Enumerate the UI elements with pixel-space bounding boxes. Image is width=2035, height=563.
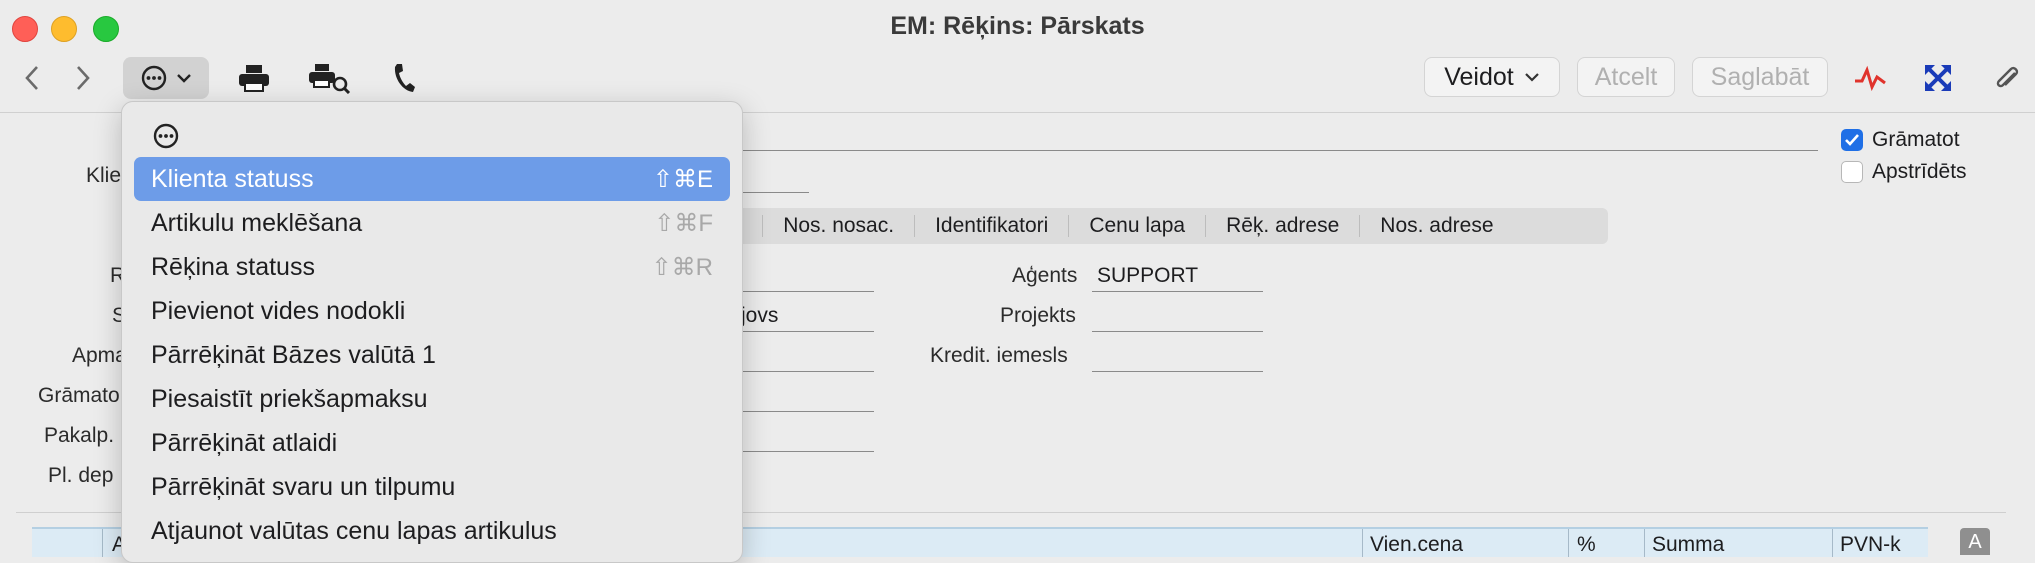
menu-item-client-status[interactable]: Klienta statuss ⇧⌘E	[134, 157, 730, 201]
menu-item-label: Artikulu meklēšana	[151, 208, 363, 237]
print-button[interactable]	[234, 57, 274, 99]
r-field[interactable]	[741, 290, 874, 292]
service-label: Pakalp.	[44, 424, 115, 447]
ellipsis-circle-icon	[141, 65, 167, 91]
menu-item-article-search[interactable]: Artikulu meklēšana ⇧⌘F	[134, 201, 730, 245]
agent-field[interactable]	[1092, 290, 1263, 292]
payment-label: Apma	[72, 344, 127, 367]
col-unit-price-header[interactable]: Vien.cena	[1370, 533, 1463, 557]
col-vat-header[interactable]: PVN-k	[1840, 533, 1901, 557]
agent-value: SUPPORT	[1097, 264, 1199, 287]
menu-item-shortcut: ⇧⌘E	[652, 165, 713, 193]
forward-button[interactable]	[63, 57, 103, 99]
table-corner-button[interactable]: A	[1960, 528, 1990, 555]
form-tabs: as Nos. nosac. Identifikatori Cenu lapa …	[700, 208, 1608, 244]
client-label: Klie	[86, 164, 122, 187]
activity-button[interactable]	[1850, 57, 1890, 99]
processed-checkbox[interactable]	[1841, 161, 1863, 183]
print-preview-button[interactable]	[306, 57, 352, 99]
booking-field[interactable]	[741, 410, 874, 412]
chevron-down-icon	[177, 74, 191, 83]
save-button[interactable]: Saglabāt	[1692, 57, 1828, 97]
chevron-left-icon	[25, 66, 38, 90]
menu-item-label: Pievienot vides nodokli	[151, 296, 406, 325]
post-label: Grāmatot	[1872, 128, 1960, 151]
column-divider	[1362, 529, 1363, 557]
window-title: EM: Rēķins: Pārskats	[890, 12, 1145, 40]
s-field[interactable]	[741, 330, 874, 332]
col-percent-header[interactable]: %	[1577, 533, 1596, 557]
menu-item-label: Pārrēķināt atlaidi	[151, 428, 338, 457]
tab-cenu-lapa[interactable]: Cenu lapa	[1069, 215, 1207, 237]
project-label: Projekts	[1000, 304, 1076, 327]
paperclip-icon	[1996, 66, 2019, 88]
expand-button[interactable]	[1920, 57, 1956, 99]
window-titlebar: EM: Rēķins: Pārskats Veidot Atcelt Sagla…	[0, 0, 2035, 113]
printer-icon	[239, 65, 269, 92]
menu-item-label: Klienta statuss	[151, 164, 314, 193]
tab-nos-nosac[interactable]: Nos. nosac.	[763, 215, 916, 237]
col-sum-header[interactable]: Summa	[1652, 533, 1724, 557]
agent-label: Aģents	[1012, 264, 1078, 287]
create-label: Veidot	[1444, 62, 1514, 91]
menu-item-label: Pārrēķināt Bāzes valūtā 1	[151, 340, 436, 369]
cancel-label: Atcelt	[1594, 62, 1658, 91]
menu-ellipsis-header	[152, 122, 180, 155]
menu-item-label: Atjaunot valūtas cenu lapas artikulus	[151, 516, 557, 545]
tab-rek-adrese[interactable]: Rēķ. adrese	[1206, 215, 1361, 237]
menu-item-update-currency-pricelist[interactable]: Atjaunot valūtas cenu lapas artikulus	[134, 509, 730, 553]
column-divider	[1832, 529, 1833, 557]
project-field[interactable]	[1092, 330, 1263, 332]
phone-icon	[394, 64, 415, 92]
more-actions-button[interactable]	[123, 57, 209, 99]
more-actions-menu: Klienta statuss ⇧⌘E Artikulu meklēšana ⇧…	[121, 101, 743, 563]
menu-item-label: Rēķina statuss	[151, 252, 315, 281]
processed-label: Apstrīdēts	[1872, 160, 1967, 183]
menu-item-shortcut: ⇧⌘R	[651, 253, 713, 281]
column-divider	[1568, 529, 1569, 557]
call-button[interactable]	[388, 57, 420, 99]
top-field-underline	[741, 149, 1818, 151]
menu-item-add-env-tax[interactable]: Pievienot vides nodokli	[134, 289, 730, 333]
print-preview-icon	[309, 64, 351, 94]
booking-label: Grāmato	[38, 384, 120, 407]
chevron-right-icon	[77, 66, 90, 90]
menu-item-invoice-status[interactable]: Rēķina statuss ⇧⌘R	[134, 245, 730, 289]
save-label: Saglabāt	[1710, 62, 1810, 91]
tab-nos-adrese[interactable]: Nos. adrese	[1360, 215, 1513, 237]
s-field-value: jovs	[741, 304, 779, 327]
credit-reason-label: Kredit. iemesls	[930, 344, 1068, 367]
service-field[interactable]	[741, 450, 874, 452]
menu-item-recalc-discount[interactable]: Pārrēķināt atlaidi	[134, 421, 730, 465]
payment-field[interactable]	[741, 370, 874, 372]
chevron-down-icon	[1524, 73, 1539, 82]
attachment-button[interactable]	[1990, 57, 2024, 99]
checkmark-icon	[1845, 134, 1859, 146]
ellipsis-circle-icon	[153, 123, 179, 149]
menu-item-recalc-base-currency[interactable]: Pārrēķināt Bāzes valūtā 1	[134, 333, 730, 377]
credit-reason-field[interactable]	[1092, 370, 1263, 372]
menu-item-shortcut: ⇧⌘F	[654, 209, 713, 237]
post-checkbox[interactable]	[1841, 129, 1863, 151]
deposit-label: Pl. dep	[48, 464, 114, 487]
back-button[interactable]	[12, 57, 52, 99]
cancel-button[interactable]: Atcelt	[1577, 57, 1675, 97]
create-dropdown-button[interactable]: Veidot	[1424, 57, 1560, 97]
activity-pulse-icon	[1855, 65, 1886, 91]
column-divider	[1644, 529, 1645, 557]
expand-arrows-icon	[1925, 65, 1951, 91]
client-field[interactable]	[741, 191, 809, 193]
menu-item-label: Pārrēķināt svaru un tilpumu	[151, 472, 456, 501]
column-divider	[102, 529, 103, 557]
menu-item-label: Piesaistīt priekšapmaksu	[151, 384, 428, 413]
tab-identifikatori[interactable]: Identifikatori	[915, 215, 1070, 237]
menu-item-link-prepayment[interactable]: Piesaistīt priekšapmaksu	[134, 377, 730, 421]
menu-item-recalc-weight-volume[interactable]: Pārrēķināt svaru un tilpumu	[134, 465, 730, 509]
